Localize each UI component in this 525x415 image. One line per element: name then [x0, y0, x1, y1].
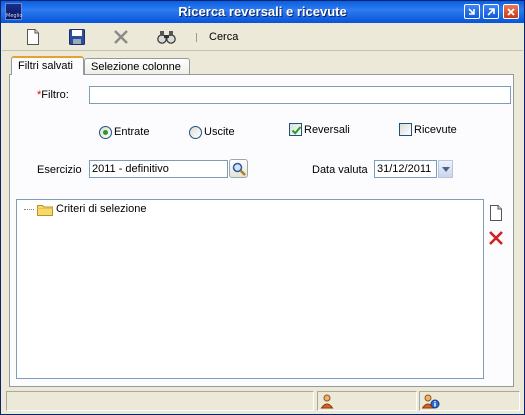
- data-valuta-dropdown[interactable]: [438, 160, 453, 178]
- minimize-icon: [468, 8, 475, 15]
- uscite-label[interactable]: Uscite: [204, 126, 235, 138]
- filter-label-text: Filtro:: [41, 89, 69, 101]
- ricevute-checkbox[interactable]: [399, 123, 412, 136]
- search-button[interactable]: [154, 27, 176, 47]
- search-label[interactable]: Cerca: [209, 31, 238, 43]
- delete-button[interactable]: [110, 27, 132, 47]
- criteria-tree[interactable]: Criteri di selezione: [16, 199, 484, 379]
- filter-input[interactable]: [89, 86, 511, 104]
- add-criteria-button[interactable]: [486, 203, 506, 223]
- remove-criteria-button[interactable]: [486, 228, 506, 248]
- new-document-icon: [27, 29, 39, 45]
- entrate-radio[interactable]: [99, 126, 112, 139]
- tree-connector: [24, 209, 34, 210]
- reversali-label[interactable]: Reversali: [304, 124, 350, 136]
- window-title: Ricerca reversali e ricevute: [178, 4, 347, 19]
- maximize-button[interactable]: [483, 4, 499, 19]
- save-icon: [69, 29, 85, 45]
- status-bar: [2, 389, 523, 414]
- new-button[interactable]: [22, 27, 44, 47]
- status-user-info-cell: [419, 391, 520, 411]
- title-bar[interactable]: Meglio Ricerca reversali e ricevute: [1, 1, 524, 23]
- magnifier-icon: [232, 162, 246, 176]
- close-icon: [507, 8, 515, 16]
- folder-icon: [37, 205, 53, 216]
- user-info-icon: [422, 394, 440, 409]
- esercizio-label: Esercizio: [37, 164, 82, 176]
- new-criteria-icon: [490, 205, 502, 221]
- toolbar: Cerca: [2, 23, 523, 51]
- remove-criteria-icon: [489, 231, 503, 245]
- checkmark-icon: [291, 126, 302, 135]
- save-button[interactable]: [66, 27, 88, 47]
- reversali-checkbox[interactable]: [289, 123, 302, 136]
- esercizio-field[interactable]: 2011 - definitivo: [89, 160, 228, 178]
- minimize-button[interactable]: [464, 4, 480, 19]
- esercizio-search-button[interactable]: [229, 159, 248, 178]
- status-user-cell: [317, 391, 417, 411]
- search-window: Meglio Ricerca reversali e ricevute Cerc…: [0, 0, 525, 415]
- delete-icon: [114, 30, 128, 44]
- user-icon: [320, 394, 334, 409]
- tree-root-label[interactable]: Criteri di selezione: [56, 203, 146, 215]
- data-valuta-field[interactable]: 31/12/2011: [374, 160, 437, 178]
- uscite-radio[interactable]: [189, 126, 202, 139]
- toolbar-separator: [196, 33, 197, 42]
- tab-saved-filters[interactable]: Filtri salvati: [11, 56, 84, 75]
- data-valuta-label: Data valuta: [312, 164, 368, 176]
- filter-label: *Filtro:: [37, 89, 69, 101]
- entrate-label[interactable]: Entrate: [114, 126, 149, 138]
- close-button[interactable]: [503, 4, 519, 19]
- ricevute-label[interactable]: Ricevute: [414, 124, 457, 136]
- binoculars-icon: [157, 31, 176, 44]
- status-message-cell: [6, 391, 314, 411]
- maximize-icon: [487, 8, 495, 16]
